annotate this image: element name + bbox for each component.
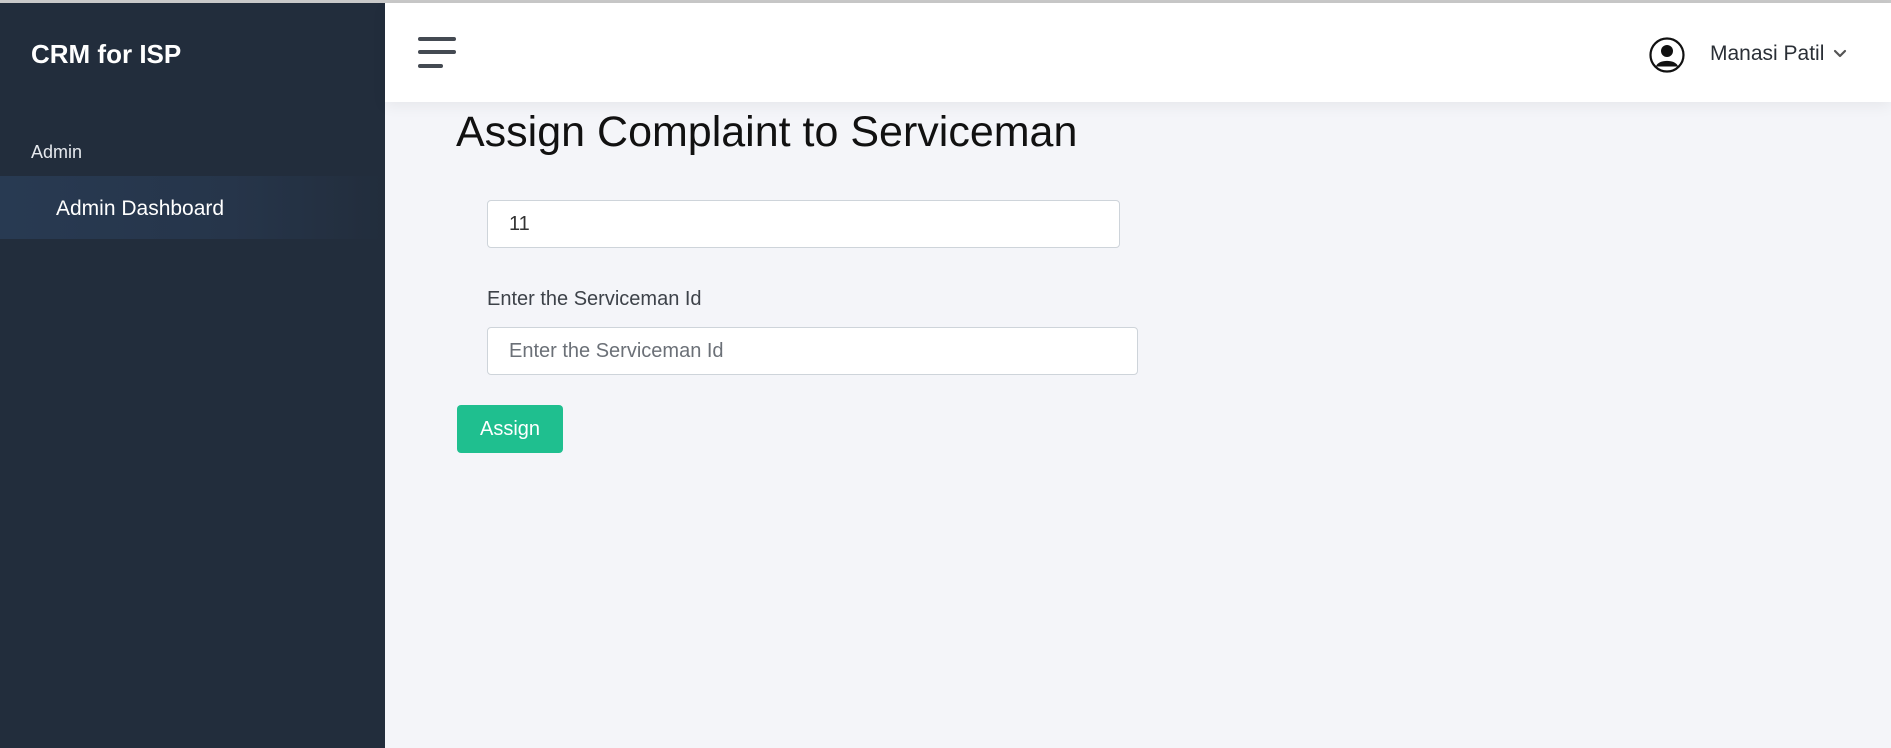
- user-circle-icon[interactable]: [1649, 37, 1685, 73]
- serviceman-id-label: Enter the Serviceman Id: [487, 288, 702, 310]
- sidebar-item-label: Admin Dashboard: [56, 197, 225, 220]
- top-navbar: Manasi Patil: [385, 3, 1891, 102]
- sidebar-item-admin-dashboard[interactable]: Admin Dashboard: [0, 176, 385, 239]
- user-name-dropdown[interactable]: Manasi Patil: [1710, 42, 1824, 66]
- complaint-id-field[interactable]: [487, 200, 1120, 248]
- assign-button[interactable]: Assign: [457, 405, 563, 453]
- brand-title: CRM for ISP: [31, 39, 182, 69]
- sidebar-section-admin: Admin: [31, 142, 83, 162]
- chevron-down-icon[interactable]: [1833, 47, 1847, 61]
- sidebar: CRM for ISP Admin Admin Dashboard: [0, 3, 385, 748]
- page-title: Assign Complaint to Serviceman: [456, 108, 1078, 156]
- hamburger-icon[interactable]: [418, 37, 456, 69]
- serviceman-id-input[interactable]: [487, 327, 1138, 375]
